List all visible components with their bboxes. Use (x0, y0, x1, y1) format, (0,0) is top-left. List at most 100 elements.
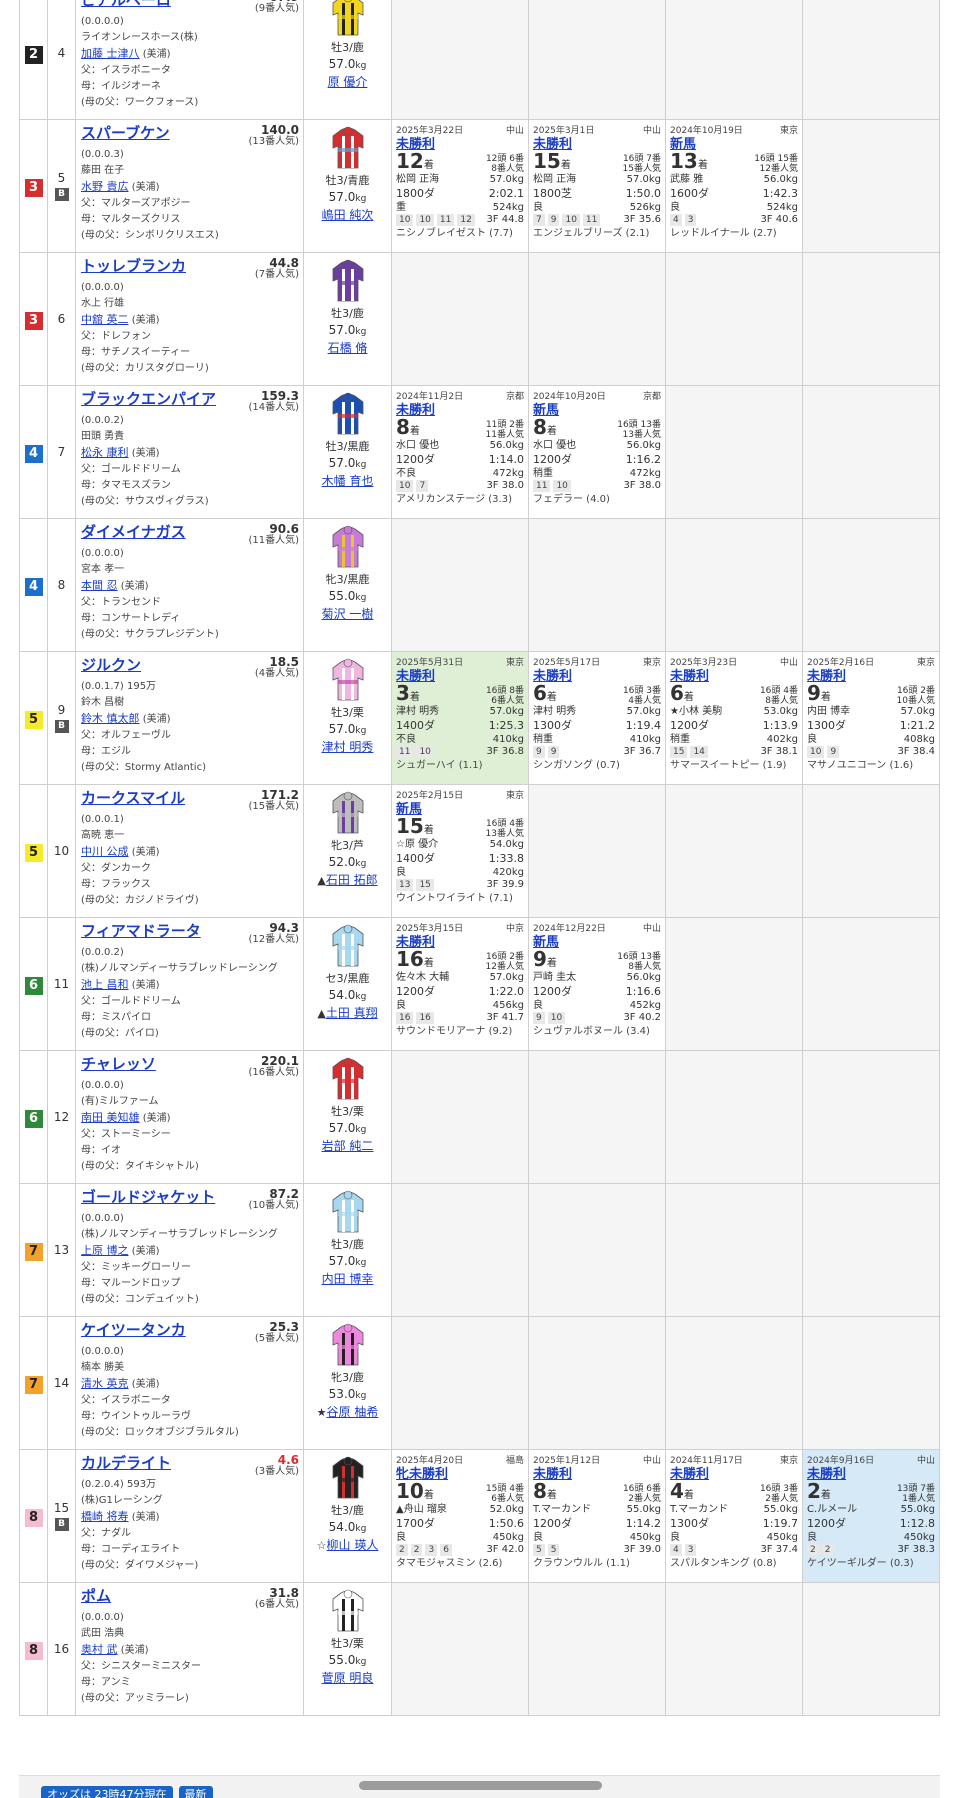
race-distance-row: 1300ダ 1:19.7 (670, 1516, 798, 1532)
race-weight: 57.0kg (489, 706, 524, 717)
jockey-cell: 牡3/青鹿 57.0kg 嶋田 純次 (303, 119, 392, 253)
race-weight: 56.0kg (763, 174, 798, 185)
race-record: (0.0.0.3) (81, 149, 124, 160)
race-weight: 56.0kg (489, 440, 524, 451)
past-race-empty (528, 252, 666, 386)
race-date: 2025年1月12日 (533, 1456, 601, 1466)
jockey-link[interactable]: 柳山 瑛人 (327, 1538, 379, 1552)
dam: 母：フラックス (81, 879, 151, 890)
race-distance-row: 1200ダ 1:12.8 (807, 1516, 935, 1532)
finish-position: 16着 (396, 949, 434, 972)
horse-name-link[interactable]: ピアルベーロ (81, 0, 171, 10)
field-info: 16頭 4番 8番人気 (760, 686, 798, 706)
jockey-link[interactable]: 石田 拓郎 (326, 873, 378, 887)
trainer-link[interactable]: 奥村 武 (81, 1643, 118, 1656)
past-race-cell: 2024年11月17日 東京 未勝利 4着 16頭 3番 2番人気 T.マーカンド 55.0k… (665, 1449, 803, 1583)
race-jockey: 武藤 雅 (670, 174, 704, 185)
trainer-line: 中川 公成 (美浦) (81, 844, 299, 861)
race-weight: 55.0kg (626, 1504, 661, 1515)
odds-block: 140.0 (13番人気) (248, 124, 299, 147)
track-condition: 不良 (396, 734, 416, 745)
jockey-link[interactable]: 内田 博幸 (322, 1272, 374, 1286)
jockey-link[interactable]: 菊沢 一樹 (322, 607, 374, 621)
race-venue: 福島 (505, 1456, 524, 1466)
trainer-link[interactable]: 上原 博之 (81, 1244, 129, 1257)
race-jockey-row: T.マーカンド 55.0kg (533, 1504, 661, 1516)
jockey-link[interactable]: 木幡 育也 (322, 474, 374, 488)
jockey-link[interactable]: 菅原 明良 (322, 1671, 374, 1685)
jockey-link[interactable]: 岩部 純二 (322, 1139, 374, 1153)
race-record: (0.0.0.0) (81, 548, 124, 559)
odds-update-note: オッズは 23時47分現在 最新 (35, 1786, 213, 1798)
race-corners-row: 4 3 3F 37.4 (670, 1544, 798, 1556)
horse-name-link[interactable]: ジルクン (81, 656, 141, 675)
corner-positions: 16 16 (396, 1012, 437, 1024)
body-weight: 452kg (629, 1000, 661, 1011)
race-popularity: 12番人気 (759, 164, 798, 174)
past-race-empty (528, 0, 666, 120)
jockey-link[interactable]: 石橋 脩 (328, 341, 368, 355)
field-info: 16頭 3番 4番人気 (623, 686, 661, 706)
owner-name: (株)G1レーシング (81, 1495, 163, 1506)
trainer-link[interactable]: 中川 公成 (81, 845, 129, 858)
field-size: 16頭 4番 (759, 686, 798, 696)
jockey-link[interactable]: 津村 明秀 (322, 740, 374, 754)
horse-name-link[interactable]: ゴールドジャケット (81, 1188, 215, 1207)
horse-name-link[interactable]: ケイツータンカ (81, 1321, 186, 1340)
corner-position: 3 (684, 1544, 697, 1556)
jockey-link[interactable]: 谷原 柚希 (327, 1405, 379, 1419)
trainer-link[interactable]: 鈴木 慎太郎 (81, 712, 140, 725)
past-race-header: 2025年4月20日 福島 (396, 1453, 524, 1466)
trainer-link[interactable]: 本間 忍 (81, 579, 118, 592)
horse-info-cell: ダイメイナガス 90.6 (11番人気) (0.0.0.0) 宮本 孝一 本間 忍 (美浦… (75, 518, 304, 652)
jockey-link[interactable]: 嶋田 純次 (322, 208, 374, 222)
horse-info-cell: ブラックエンパイア 159.3 (14番人気) (0.0.0.2) 田頭 勇貴 松永 康利… (75, 385, 304, 519)
odds-value: 18.5 (269, 655, 299, 669)
trainer-line: 中舘 英二 (美浦) (81, 312, 299, 329)
past-race-header: 2025年2月16日 東京 (807, 655, 935, 668)
past-race-cell: 2024年12月22日 中山 新馬 9着 16頭 13番 8番人気 戸崎 圭太 56.0kg 1… (528, 917, 666, 1051)
trainer-link[interactable]: 松永 康利 (81, 446, 129, 459)
trainer-link[interactable]: 加藤 士津八 (81, 47, 140, 60)
jockey-line: ★谷原 柚希 (304, 1404, 391, 1421)
trainer-link[interactable]: 橋崎 将寿 (81, 1510, 129, 1523)
race-venue: 東京 (505, 791, 524, 801)
odds-block: 220.1 (16番人気) (248, 1055, 299, 1078)
jockey-cell: 牡3/鹿 57.0kg 内田 博幸 (303, 1183, 392, 1317)
horizontal-scrollbar[interactable] (359, 1781, 602, 1790)
horse-name-link[interactable]: ブラックエンパイア (81, 390, 216, 409)
last-3f: 3F 38.0 (623, 480, 661, 491)
horse-name-link[interactable]: フィアマドラータ (81, 922, 201, 941)
trainer-link[interactable]: 南田 美知雄 (81, 1111, 140, 1124)
race-weight: 56.0kg (626, 440, 661, 451)
odds-refresh-button[interactable]: 最新 (178, 1786, 213, 1798)
horse-number-cell: 5B (47, 119, 76, 253)
corner-position: 11 (396, 746, 414, 758)
horse-name-link[interactable]: スパーブケン (81, 124, 170, 143)
race-distance: 1700ダ (396, 1517, 435, 1530)
race-date: 2025年3月23日 (670, 658, 738, 668)
past-race-empty (665, 1582, 803, 1716)
owner-name: (株)ノルマンディーサラブレッドレーシング (81, 963, 278, 974)
trainer-link[interactable]: 清水 英克 (81, 1377, 129, 1390)
horse-name-link[interactable]: トッレブランカ (81, 257, 186, 276)
burden-weight-unit: kg (355, 194, 367, 204)
trainer-link[interactable]: 池上 昌和 (81, 978, 129, 991)
horse-name-link[interactable]: ダイメイナガス (81, 523, 186, 542)
odds-value: 25.3 (269, 1320, 299, 1334)
race-popularity: 15番人気 (622, 164, 661, 174)
trainer-link[interactable]: 水野 貴広 (81, 180, 129, 193)
past-race-cell: 2024年10月19日 東京 新馬 13着 16頭 15番 12番人気 武藤 雅 56.0kg… (665, 119, 803, 253)
race-date: 2025年2月15日 (396, 791, 464, 801)
jockey-link[interactable]: 土田 真翔 (326, 1006, 378, 1020)
horse-name-link[interactable]: ポム (81, 1587, 111, 1606)
horse-name-link[interactable]: カルデライト (81, 1454, 171, 1473)
finish-row: 6着 16頭 3番 4番人気 (533, 683, 661, 706)
odds-update-text: オッズは 23時47分現在 (41, 1786, 173, 1798)
past-race-empty (528, 1316, 666, 1450)
trainer-link[interactable]: 中舘 英二 (81, 313, 129, 326)
horse-name-link[interactable]: カークスマイル (81, 789, 185, 808)
horse-name-link[interactable]: チャレッソ (81, 1055, 156, 1074)
dam: 母：ミスパイロ (81, 1012, 151, 1023)
jockey-link[interactable]: 原 優介 (328, 75, 368, 89)
